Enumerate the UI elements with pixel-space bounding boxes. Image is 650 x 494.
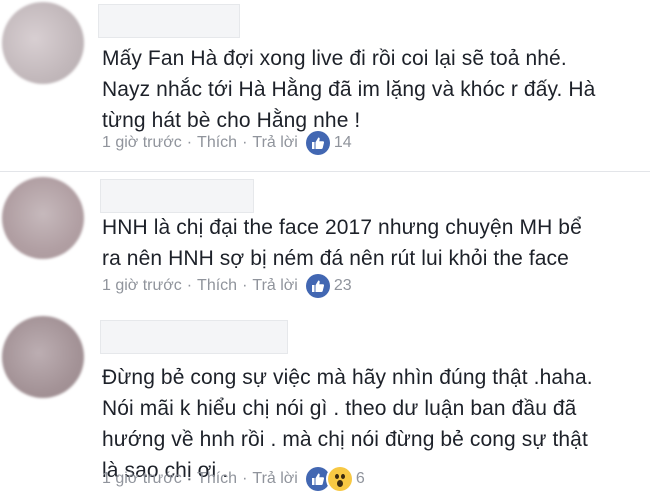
timestamp[interactable]: 1 giờ trước [102, 273, 182, 299]
comment-item: Đừng bẻ cong sự việc mà hãy nhìn đúng th… [0, 310, 650, 494]
author-name-redacted[interactable] [100, 320, 288, 354]
author-name-redacted[interactable] [100, 179, 254, 213]
wow-eye [340, 474, 345, 479]
comment-text-line: hướng về hnh rồi . mà chị nói đừng bẻ co… [102, 428, 588, 451]
separator-dot: · [186, 277, 193, 294]
like-reaction-icon[interactable] [305, 274, 330, 298]
wow-mouth [336, 480, 343, 487]
like-link[interactable]: Thích [197, 273, 237, 299]
comment-meta: 1 giờ trước · Thích · Trả lời 6 [102, 466, 365, 492]
reply-link[interactable]: Trả lời [252, 130, 297, 156]
like-link[interactable]: Thích [197, 466, 237, 492]
comment-item: HNH là chị đại the face 2017 nhưng chuyệ… [0, 172, 650, 310]
comment-meta: 1 giờ trước · Thích · Trả lời 14 [102, 130, 352, 156]
comment-text-line: Mấy Fan Hà đợi xong live đi rồi coi lại … [102, 47, 567, 70]
separator-dot: · [186, 134, 193, 151]
separator-dot: · [242, 134, 248, 151]
comment-meta: 1 giờ trước · Thích · Trả lời 23 [102, 273, 352, 299]
comment-text-line: HNH là chị đại the face 2017 nhưng chuyệ… [102, 216, 582, 239]
comment-text-line: Nói mãi k hiểu chị nói gì . theo dư luận… [102, 397, 577, 420]
reply-link[interactable]: Trả lời [252, 466, 297, 492]
reaction-count[interactable]: 6 [356, 466, 365, 492]
avatar[interactable] [2, 2, 84, 84]
wow-reaction-icon[interactable] [327, 467, 352, 491]
comment-text: Mấy Fan Hà đợi xong live đi rồi coi lại … [102, 43, 642, 136]
avatar[interactable] [2, 177, 84, 259]
comment-text: HNH là chị đại the face 2017 nhưng chuyệ… [102, 212, 642, 274]
timestamp[interactable]: 1 giờ trước [102, 466, 182, 492]
comment-text-line: ra nên HNH sợ bị ném đá nên rút lui khỏi… [102, 247, 569, 270]
comment-item: Mấy Fan Hà đợi xong live đi rồi coi lại … [0, 0, 650, 172]
reaction-count[interactable]: 14 [334, 130, 352, 156]
comment-text-line: Đừng bẻ cong sự việc mà hãy nhìn đúng th… [102, 366, 593, 389]
separator-dot: · [242, 470, 248, 487]
reply-link[interactable]: Trả lời [252, 273, 297, 299]
like-reaction-icon[interactable] [305, 467, 330, 491]
wow-eye [334, 474, 339, 479]
separator-dot: · [242, 277, 248, 294]
timestamp[interactable]: 1 giờ trước [102, 130, 182, 156]
like-reaction-icon[interactable] [305, 131, 330, 155]
reaction-count[interactable]: 23 [334, 273, 352, 299]
separator-dot: · [186, 470, 193, 487]
comment-text-line: Nayz nhắc tới Hà Hằng đã im lặng và khóc… [102, 78, 596, 101]
like-link[interactable]: Thích [197, 130, 237, 156]
avatar[interactable] [2, 316, 84, 398]
author-name-redacted[interactable] [98, 4, 240, 38]
